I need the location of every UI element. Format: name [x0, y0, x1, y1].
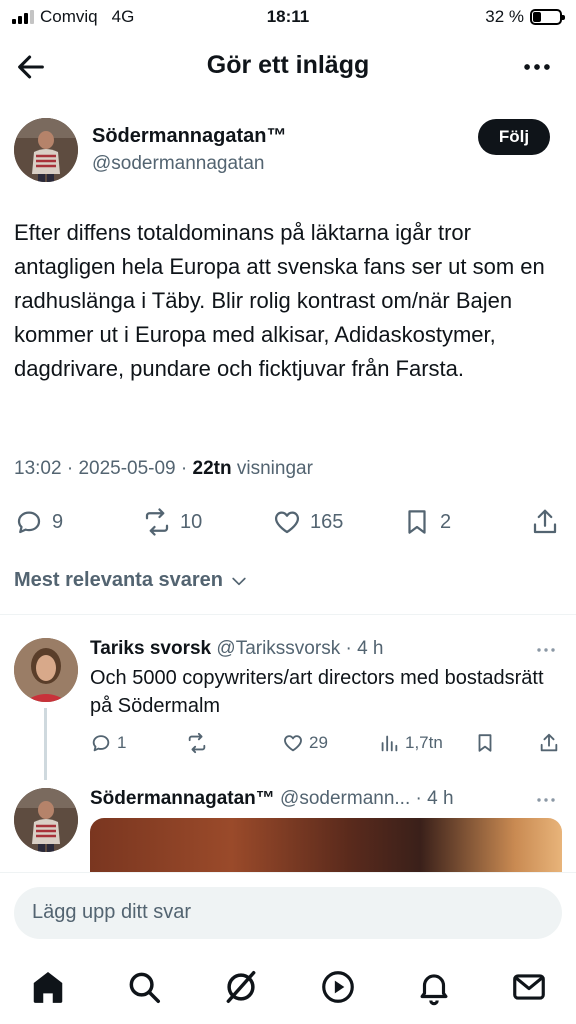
repost-icon [145, 508, 169, 536]
reply-author-handle[interactable]: @Tarikssvorsk [216, 638, 340, 659]
reply-media-image[interactable] [90, 818, 562, 874]
reply-age: · 4 h [345, 638, 384, 659]
reply-input[interactable]: Lägg upp ditt svar [14, 887, 562, 939]
reply-avatar[interactable] [14, 638, 78, 702]
navigation-bar: Gör ett inlägg [0, 36, 576, 96]
page-title: Gör ett inlägg [206, 51, 370, 79]
share-button[interactable] [530, 500, 560, 544]
more-options-icon[interactable] [520, 50, 554, 84]
reply-reply-button[interactable]: 1 [90, 728, 126, 758]
battery-percent: 32 % [485, 7, 524, 26]
views-label: visningar [236, 458, 313, 479]
reply-reply-count: 1 [117, 733, 127, 752]
reply-header: Södermannagatan™ @sodermann... · 4 h [90, 788, 454, 810]
like-button[interactable]: 165 [272, 500, 343, 544]
reply-text: Och 5000 copywriters/art directors med b… [90, 667, 544, 717]
reply-age: · 4 h [415, 788, 454, 809]
home-icon[interactable] [29, 968, 67, 1006]
post-date: 2025-05-09 [78, 458, 176, 479]
heart-icon [284, 735, 302, 752]
reply-avatar[interactable] [14, 788, 78, 852]
reply-header: Tariks svorsk @Tarikssvorsk · 4 h [90, 638, 384, 660]
reply-repost-button[interactable] [186, 728, 213, 758]
author-avatar[interactable] [14, 118, 78, 182]
reply-views-count: 1,7tn [405, 733, 443, 752]
post-action-bar: 9 10 165 2 [0, 500, 576, 544]
reply-button[interactable]: 9 [14, 500, 63, 544]
reply-author-name[interactable]: Södermannagatan™ [90, 788, 275, 809]
post-time: 13:02 [14, 458, 62, 479]
reply-count: 9 [52, 510, 64, 533]
author-handle[interactable]: @sodermannagatan [92, 153, 264, 175]
video-icon[interactable] [319, 968, 357, 1006]
reply-composer-area: Lägg upp ditt svar [0, 872, 576, 954]
repost-button[interactable]: 10 [142, 500, 202, 544]
post-text: Efter diffens totaldominans på läktarna … [14, 220, 545, 381]
notifications-icon[interactable] [415, 968, 453, 1006]
status-right: 32 % [485, 7, 565, 27]
views-chart-icon [381, 735, 398, 752]
sort-replies-dropdown[interactable]: Mest relevanta svaren [14, 569, 249, 592]
repost-icon [188, 732, 206, 754]
reply-more-icon[interactable] [534, 638, 558, 662]
views-count: 22tn [192, 458, 232, 479]
bookmark-icon [478, 734, 492, 752]
reply-views-button[interactable]: 1,7tn [378, 728, 443, 758]
post-meta: 13:02 · 2025-05-09 · 22tn visningar [14, 458, 313, 479]
status-bar: Comviq 4G 18:11 32 % [0, 0, 576, 34]
divider [0, 614, 576, 615]
reply-like-button[interactable]: 29 [282, 728, 328, 758]
sort-label: Mest relevanta svaren [14, 569, 224, 591]
search-icon[interactable] [125, 968, 163, 1006]
bottom-tab-bar [0, 956, 576, 1024]
heart-icon [274, 511, 300, 534]
battery-icon [530, 9, 565, 25]
chevron-down-icon [232, 577, 246, 585]
bookmark-icon [408, 510, 426, 534]
repost-count: 10 [180, 510, 203, 533]
grok-icon[interactable] [222, 968, 260, 1006]
bookmark-button[interactable]: 2 [402, 500, 451, 544]
share-icon [540, 733, 558, 752]
reply-icon [92, 735, 110, 752]
reply-icon [17, 511, 41, 534]
battery-level [533, 12, 542, 22]
follow-button[interactable]: Följ [478, 119, 550, 155]
bookmark-count: 2 [440, 510, 452, 533]
reply-share-button[interactable] [538, 728, 560, 758]
reply-bookmark-button[interactable] [474, 728, 496, 758]
reply-more-icon[interactable] [534, 788, 558, 812]
reply-like-count: 29 [309, 733, 328, 752]
share-icon [533, 509, 557, 534]
reply-action-bar: 1 29 1,7tn [0, 728, 576, 758]
messages-icon[interactable] [510, 968, 548, 1006]
reply-author-handle[interactable]: @sodermann... [280, 788, 410, 809]
reply-author-name[interactable]: Tariks svorsk [90, 638, 211, 659]
author-name[interactable]: Södermannagatan™ [92, 125, 286, 148]
like-count: 165 [310, 510, 344, 533]
